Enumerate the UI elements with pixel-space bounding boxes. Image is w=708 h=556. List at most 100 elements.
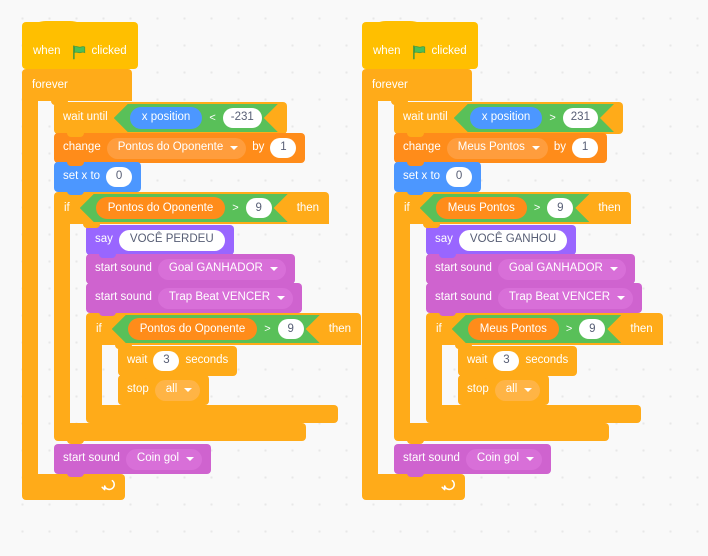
set-x-to-block[interactable]: set x to 0 <box>54 162 142 195</box>
when-green-flag-clicked-block[interactable]: when clicked <box>362 21 478 72</box>
clicked-label: clicked <box>431 45 467 57</box>
start-sound-block-3[interactable]: start sound Coin gol <box>394 444 552 477</box>
if-then-header-inner[interactable]: if Meus Pontos > 9 then <box>426 313 663 349</box>
stop-option-value: all <box>165 383 178 396</box>
chevron-down-icon <box>269 267 278 271</box>
wait-duration-input[interactable]: 3 <box>153 351 180 371</box>
then-label: then <box>630 323 653 335</box>
if-then-footer-outer <box>394 423 609 444</box>
forever-block[interactable]: forever wait until x position < -231 cha… <box>22 69 362 500</box>
set-x-value-input[interactable]: 0 <box>446 167 473 187</box>
wait-seconds-block[interactable]: wait 3 seconds <box>118 346 238 379</box>
change-variable-block[interactable]: change Pontos do Oponente by 1 <box>54 133 306 166</box>
forever-header[interactable]: forever <box>362 69 472 105</box>
sound-dropdown[interactable]: Coin gol <box>465 448 543 470</box>
variable-reporter[interactable]: Pontos do Oponente <box>128 318 258 340</box>
say-message-input[interactable]: VOCÊ GANHOU <box>458 229 568 251</box>
if-then-footer-outer <box>54 423 306 444</box>
script-player[interactable]: when clicked forever wait until x positi… <box>362 21 663 500</box>
greater-than-operator-block[interactable]: x position > 231 <box>454 104 614 132</box>
stop-option-value: all <box>505 383 518 396</box>
sound-dropdown-value: Trap Beat VENCER <box>508 291 611 304</box>
comparison-value-input[interactable]: 9 <box>278 319 304 339</box>
say-block[interactable]: say VOCÊ PERDEU <box>86 225 234 258</box>
forever-header[interactable]: forever <box>22 69 132 105</box>
if-then-block-outer[interactable]: if Meus Pontos > 9 then say VOCÊ GANHOU … <box>394 192 663 444</box>
sound-dropdown[interactable]: Trap Beat VENCER <box>157 287 294 309</box>
greater-than-operator-block[interactable]: Meus Pontos > 9 <box>452 315 622 343</box>
say-block[interactable]: say VOCÊ GANHOU <box>426 225 577 258</box>
variable-reporter[interactable]: Pontos do Oponente <box>96 197 226 219</box>
comparison-operator-symbol: > <box>533 202 541 214</box>
if-label: if <box>96 323 102 335</box>
variable-reporter[interactable]: Meus Pontos <box>436 197 527 219</box>
change-variable-block[interactable]: change Meus Pontos by 1 <box>394 133 608 166</box>
chevron-down-icon <box>184 388 193 392</box>
script-opponent[interactable]: when clicked forever wait until x positi… <box>22 21 362 500</box>
when-green-flag-clicked-block[interactable]: when clicked <box>22 21 138 72</box>
sound-dropdown[interactable]: Trap Beat VENCER <box>497 287 634 309</box>
comparison-value-input[interactable]: 9 <box>547 198 573 218</box>
comparison-value-input[interactable]: -231 <box>223 108 262 128</box>
scratch-workspace-canvas[interactable]: when clicked forever wait until x positi… <box>0 0 708 556</box>
change-amount-input[interactable]: 1 <box>572 138 599 158</box>
stop-block[interactable]: stop all <box>118 375 210 405</box>
if-then-body-outer: say VOCÊ GANHOU start sound Goal GANHADO… <box>394 224 663 426</box>
seconds-label: seconds <box>525 354 569 367</box>
start-sound-block-1[interactable]: start sound Goal GANHADOR <box>426 254 635 287</box>
greater-than-operator-block[interactable]: Pontos do Oponente > 9 <box>80 194 288 222</box>
if-then-block-outer[interactable]: if Pontos do Oponente > 9 then say VOCÊ … <box>54 192 362 444</box>
if-then-header-outer[interactable]: if Meus Pontos > 9 then <box>394 192 631 228</box>
start-sound-block-3[interactable]: start sound Coin gol <box>54 444 212 477</box>
set-x-value-input[interactable]: 0 <box>106 167 133 187</box>
wait-until-block[interactable]: wait until x position > 231 <box>394 102 623 137</box>
comparison-value-input[interactable]: 9 <box>579 319 605 339</box>
greater-than-operator-block[interactable]: Pontos do Oponente > 9 <box>112 315 320 343</box>
sound-dropdown-value: Goal GANHADOR <box>168 262 263 275</box>
wait-label: wait <box>467 354 488 367</box>
forever-block[interactable]: forever wait until x position > 231 chan… <box>362 69 663 500</box>
green-flag-icon <box>412 44 427 60</box>
loop-arrow-icon <box>101 478 115 493</box>
forever-body: wait until x position < -231 change Pont… <box>22 101 362 477</box>
stop-option-dropdown[interactable]: all <box>494 379 541 401</box>
stop-label: stop <box>127 383 149 396</box>
chevron-down-icon <box>609 267 618 271</box>
say-message-input[interactable]: VOCÊ PERDEU <box>118 229 225 251</box>
wait-until-block[interactable]: wait until x position < -231 <box>54 102 287 137</box>
wait-duration-input[interactable]: 3 <box>493 351 520 371</box>
comparison-value-input[interactable]: 9 <box>246 198 272 218</box>
change-amount-input[interactable]: 1 <box>270 138 297 158</box>
comparison-operator-symbol: > <box>565 323 573 335</box>
comparison-value-input[interactable]: 231 <box>563 108 598 128</box>
stop-option-dropdown[interactable]: all <box>154 379 201 401</box>
start-sound-block-1[interactable]: start sound Goal GANHADOR <box>86 254 295 287</box>
greater-than-operator-block[interactable]: Meus Pontos > 9 <box>420 194 590 222</box>
if-then-block-inner[interactable]: if Pontos do Oponente > 9 then wait 3 se… <box>86 313 362 426</box>
wait-seconds-block[interactable]: wait 3 seconds <box>458 346 578 379</box>
if-then-block-inner[interactable]: if Meus Pontos > 9 then wait 3 seconds s… <box>426 313 663 426</box>
sound-dropdown[interactable]: Goal GANHADOR <box>157 258 286 280</box>
chevron-down-icon <box>277 296 286 300</box>
set-x-to-block[interactable]: set x to 0 <box>394 162 482 195</box>
if-then-header-inner[interactable]: if Pontos do Oponente > 9 then <box>86 313 362 349</box>
if-label: if <box>404 202 410 214</box>
sound-dropdown[interactable]: Coin gol <box>125 448 203 470</box>
if-then-body-inner: wait 3 seconds stop all <box>426 345 663 405</box>
if-label: if <box>436 323 442 335</box>
then-label: then <box>328 323 352 335</box>
variable-dropdown[interactable]: Meus Pontos <box>446 137 548 159</box>
chevron-down-icon <box>230 146 239 150</box>
if-then-header-outer[interactable]: if Pontos do Oponente > 9 then <box>54 192 330 228</box>
variable-dropdown[interactable]: Pontos do Oponente <box>106 137 247 159</box>
start-sound-block-2[interactable]: start sound Trap Beat VENCER <box>426 283 643 316</box>
variable-reporter[interactable]: Meus Pontos <box>468 318 559 340</box>
change-label: change <box>403 141 441 154</box>
forever-body: wait until x position > 231 change Meus … <box>362 101 663 477</box>
x-position-reporter[interactable]: x position <box>130 107 203 129</box>
sound-dropdown[interactable]: Goal GANHADOR <box>497 258 626 280</box>
stop-block[interactable]: stop all <box>458 375 550 405</box>
start-sound-block-2[interactable]: start sound Trap Beat VENCER <box>86 283 303 316</box>
less-than-operator-block[interactable]: x position < -231 <box>114 104 278 132</box>
x-position-reporter[interactable]: x position <box>470 107 543 129</box>
